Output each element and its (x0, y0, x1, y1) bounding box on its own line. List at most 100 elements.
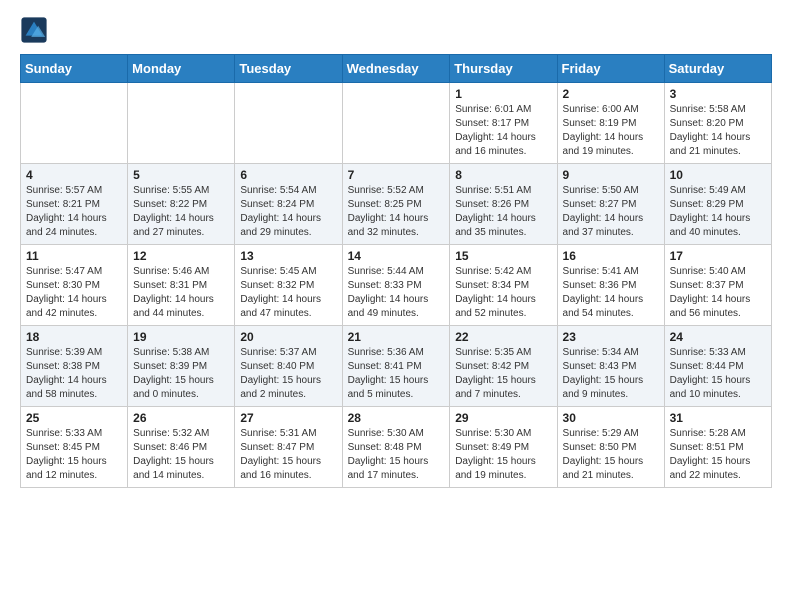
day-info: Sunrise: 5:45 AM Sunset: 8:32 PM Dayligh… (240, 265, 336, 321)
calendar-header-row: SundayMondayTuesdayWednesdayThursdayFrid… (21, 55, 772, 83)
day-info: Sunrise: 5:50 AM Sunset: 8:27 PM Dayligh… (563, 184, 659, 240)
day-info: Sunrise: 5:32 AM Sunset: 8:46 PM Dayligh… (133, 427, 229, 483)
calendar-day-header: Thursday (450, 55, 557, 83)
calendar-day-header: Sunday (21, 55, 128, 83)
day-number: 12 (133, 249, 229, 263)
calendar-cell: 21 Sunrise: 5:36 AM Sunset: 8:41 PM Dayli… (342, 326, 450, 407)
calendar-cell: 14Sunrise: 5:44 AM Sunset: 8:33 PM Dayli… (342, 245, 450, 326)
day-number: 16 (563, 249, 659, 263)
day-info: Sunrise: 5:33 AM Sunset: 8:44 PM Dayligh… (670, 346, 766, 402)
calendar-cell: 9 Sunrise: 5:50 AM Sunset: 8:27 PM Daylig… (557, 164, 664, 245)
day-info: Sunrise: 5:38 AM Sunset: 8:39 PM Dayligh… (133, 346, 229, 402)
day-number: 18 (26, 330, 122, 344)
calendar-cell: 1 Sunrise: 6:01 AM Sunset: 8:17 PM Daylig… (450, 83, 557, 164)
day-number: 14 (348, 249, 445, 263)
day-number: 13 (240, 249, 336, 263)
day-number: 20 (240, 330, 336, 344)
calendar-day-header: Monday (128, 55, 235, 83)
day-info: Sunrise: 5:31 AM Sunset: 8:47 PM Dayligh… (240, 427, 336, 483)
day-info: Sunrise: 5:51 AM Sunset: 8:26 PM Dayligh… (455, 184, 551, 240)
calendar-cell: 10Sunrise: 5:49 AM Sunset: 8:29 PM Dayli… (664, 164, 771, 245)
day-info: Sunrise: 5:34 AM Sunset: 8:43 PM Dayligh… (563, 346, 659, 402)
page: SundayMondayTuesdayWednesdayThursdayFrid… (0, 0, 792, 508)
day-number: 17 (670, 249, 766, 263)
day-info: Sunrise: 5:41 AM Sunset: 8:36 PM Dayligh… (563, 265, 659, 321)
day-info: Sunrise: 5:40 AM Sunset: 8:37 PM Dayligh… (670, 265, 766, 321)
day-info: Sunrise: 5:30 AM Sunset: 8:49 PM Dayligh… (455, 427, 551, 483)
day-info: Sunrise: 5:33 AM Sunset: 8:45 PM Dayligh… (26, 427, 122, 483)
calendar-cell: 12 Sunrise: 5:46 AM Sunset: 8:31 PM Dayli… (128, 245, 235, 326)
day-number: 31 (670, 411, 766, 425)
calendar-cell: 27 Sunrise: 5:31 AM Sunset: 8:47 PM Dayli… (235, 407, 342, 488)
day-number: 5 (133, 168, 229, 182)
calendar-cell: 23Sunrise: 5:34 AM Sunset: 8:43 PM Dayli… (557, 326, 664, 407)
day-number: 25 (26, 411, 122, 425)
day-number: 9 (563, 168, 659, 182)
day-number: 22 (455, 330, 551, 344)
day-number: 28 (348, 411, 445, 425)
day-info: Sunrise: 5:47 AM Sunset: 8:30 PM Dayligh… (26, 265, 122, 321)
day-info: Sunrise: 5:52 AM Sunset: 8:25 PM Dayligh… (348, 184, 445, 240)
day-number: 4 (26, 168, 122, 182)
calendar-cell: 24 Sunrise: 5:33 AM Sunset: 8:44 PM Dayli… (664, 326, 771, 407)
calendar-cell: 19Sunrise: 5:38 AM Sunset: 8:39 PM Dayli… (128, 326, 235, 407)
logo-icon (20, 16, 48, 44)
calendar-table: SundayMondayTuesdayWednesdayThursdayFrid… (20, 54, 772, 488)
header (20, 16, 772, 44)
calendar-day-header: Wednesday (342, 55, 450, 83)
calendar-cell: 8 Sunrise: 5:51 AM Sunset: 8:26 PM Daylig… (450, 164, 557, 245)
calendar-cell: 15Sunrise: 5:42 AM Sunset: 8:34 PM Dayli… (450, 245, 557, 326)
calendar-cell: 22Sunrise: 5:35 AM Sunset: 8:42 PM Dayli… (450, 326, 557, 407)
day-number: 1 (455, 87, 551, 101)
day-number: 30 (563, 411, 659, 425)
calendar-cell: 28 Sunrise: 5:30 AM Sunset: 8:48 PM Dayli… (342, 407, 450, 488)
day-number: 24 (670, 330, 766, 344)
calendar-week-row: 18 Sunrise: 5:39 AM Sunset: 8:38 PM Dayli… (21, 326, 772, 407)
day-info: Sunrise: 5:36 AM Sunset: 8:41 PM Dayligh… (348, 346, 445, 402)
calendar-day-header: Tuesday (235, 55, 342, 83)
day-number: 26 (133, 411, 229, 425)
day-info: Sunrise: 5:46 AM Sunset: 8:31 PM Dayligh… (133, 265, 229, 321)
calendar-cell: 13 Sunrise: 5:45 AM Sunset: 8:32 PM Dayli… (235, 245, 342, 326)
calendar-cell: 11 Sunrise: 5:47 AM Sunset: 8:30 PM Dayli… (21, 245, 128, 326)
day-info: Sunrise: 5:42 AM Sunset: 8:34 PM Dayligh… (455, 265, 551, 321)
day-number: 27 (240, 411, 336, 425)
logo (20, 16, 52, 44)
calendar-cell (21, 83, 128, 164)
day-number: 6 (240, 168, 336, 182)
calendar-cell: 26 Sunrise: 5:32 AM Sunset: 8:46 PM Dayli… (128, 407, 235, 488)
calendar-cell: 20 Sunrise: 5:37 AM Sunset: 8:40 PM Dayli… (235, 326, 342, 407)
day-number: 8 (455, 168, 551, 182)
day-info: Sunrise: 5:39 AM Sunset: 8:38 PM Dayligh… (26, 346, 122, 402)
day-number: 7 (348, 168, 445, 182)
calendar-day-header: Saturday (664, 55, 771, 83)
day-number: 11 (26, 249, 122, 263)
calendar-cell: 3Sunrise: 5:58 AM Sunset: 8:20 PM Daylig… (664, 83, 771, 164)
calendar-cell: 30 Sunrise: 5:29 AM Sunset: 8:50 PM Dayli… (557, 407, 664, 488)
calendar-cell: 29 Sunrise: 5:30 AM Sunset: 8:49 PM Dayli… (450, 407, 557, 488)
day-info: Sunrise: 5:37 AM Sunset: 8:40 PM Dayligh… (240, 346, 336, 402)
calendar-cell: 2Sunrise: 6:00 AM Sunset: 8:19 PM Daylig… (557, 83, 664, 164)
calendar-cell: 5Sunrise: 5:55 AM Sunset: 8:22 PM Daylig… (128, 164, 235, 245)
calendar-week-row: 25 Sunrise: 5:33 AM Sunset: 8:45 PM Dayli… (21, 407, 772, 488)
calendar-cell (342, 83, 450, 164)
calendar-week-row: 4 Sunrise: 5:57 AM Sunset: 8:21 PM Daylig… (21, 164, 772, 245)
day-info: Sunrise: 6:01 AM Sunset: 8:17 PM Dayligh… (455, 103, 551, 159)
calendar-cell: 4 Sunrise: 5:57 AM Sunset: 8:21 PM Daylig… (21, 164, 128, 245)
day-number: 21 (348, 330, 445, 344)
day-info: Sunrise: 5:28 AM Sunset: 8:51 PM Dayligh… (670, 427, 766, 483)
calendar-day-header: Friday (557, 55, 664, 83)
calendar-cell: 16 Sunrise: 5:41 AM Sunset: 8:36 PM Dayli… (557, 245, 664, 326)
day-info: Sunrise: 5:30 AM Sunset: 8:48 PM Dayligh… (348, 427, 445, 483)
day-info: Sunrise: 5:29 AM Sunset: 8:50 PM Dayligh… (563, 427, 659, 483)
calendar-week-row: 1 Sunrise: 6:01 AM Sunset: 8:17 PM Daylig… (21, 83, 772, 164)
calendar-cell: 7 Sunrise: 5:52 AM Sunset: 8:25 PM Daylig… (342, 164, 450, 245)
calendar-cell: 17 Sunrise: 5:40 AM Sunset: 8:37 PM Dayli… (664, 245, 771, 326)
day-number: 2 (563, 87, 659, 101)
day-info: Sunrise: 5:57 AM Sunset: 8:21 PM Dayligh… (26, 184, 122, 240)
day-number: 29 (455, 411, 551, 425)
day-info: Sunrise: 5:49 AM Sunset: 8:29 PM Dayligh… (670, 184, 766, 240)
calendar-cell (128, 83, 235, 164)
day-info: Sunrise: 5:58 AM Sunset: 8:20 PM Dayligh… (670, 103, 766, 159)
calendar-cell: 25 Sunrise: 5:33 AM Sunset: 8:45 PM Dayli… (21, 407, 128, 488)
